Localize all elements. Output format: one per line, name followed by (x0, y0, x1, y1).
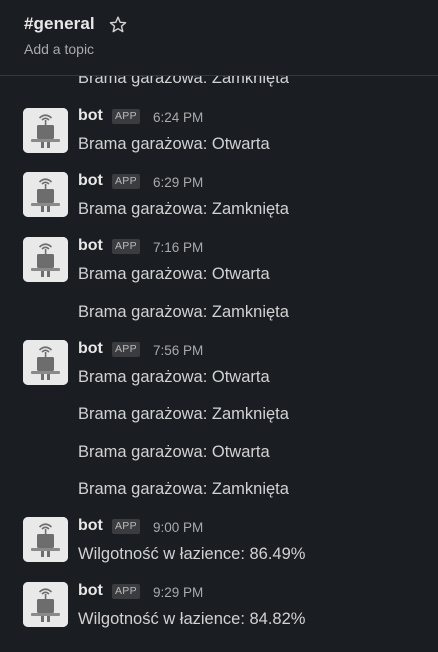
bot-avatar[interactable] (23, 582, 68, 627)
message-timestamp[interactable]: 9:29 PM (153, 585, 203, 600)
bot-avatar[interactable] (23, 108, 68, 153)
app-badge: APP (112, 239, 140, 254)
message-author[interactable]: bot (78, 107, 103, 125)
message-timestamp[interactable]: 7:56 PM (153, 343, 203, 358)
channel-header: #general Add a topic (0, 0, 438, 76)
message-author[interactable]: bot (78, 340, 103, 358)
message-timestamp[interactable]: 6:29 PM (153, 175, 203, 190)
robot-icon (23, 108, 68, 153)
robot-icon (23, 237, 68, 282)
robot-icon (23, 517, 68, 562)
message-text: Brama garażowa: Zamknięta (78, 405, 289, 423)
star-icon[interactable] (108, 15, 128, 35)
message-text: Brama garażowa: Otwarta (78, 443, 270, 461)
message-timestamp[interactable]: 9:00 PM (153, 520, 203, 535)
message-author[interactable]: bot (78, 237, 103, 255)
app-badge: APP (112, 519, 140, 534)
message-text: Brama garażowa: Otwarta (78, 265, 270, 283)
channel-title[interactable]: #general (24, 14, 95, 34)
message-text: Brama garażowa: Zamknięta (78, 303, 289, 321)
message-text: Wilgotność w łazience: 86.49% (78, 545, 306, 563)
message-author[interactable]: bot (78, 582, 103, 600)
bot-avatar[interactable] (23, 237, 68, 282)
message-author[interactable]: bot (78, 172, 103, 190)
bot-avatar[interactable] (23, 517, 68, 562)
add-topic-link[interactable]: Add a topic (24, 41, 94, 57)
message-author[interactable]: bot (78, 517, 103, 535)
bot-avatar[interactable] (23, 340, 68, 385)
message-list: Brama garażowa: Zamknięta bot APP 6:24 P… (0, 0, 438, 652)
message-text: Brama garażowa: Zamknięta (78, 480, 289, 498)
bot-avatar[interactable] (23, 172, 68, 217)
message-timestamp[interactable]: 6:24 PM (153, 110, 203, 125)
message-text: Brama garażowa: Zamknięta (78, 200, 289, 218)
robot-icon (23, 172, 68, 217)
message-timestamp[interactable]: 7:16 PM (153, 240, 203, 255)
message-text: Wilgotność w łazience: 84.82% (78, 610, 306, 628)
robot-icon (23, 582, 68, 627)
message-text: Brama garażowa: Otwarta (78, 368, 270, 386)
app-badge: APP (112, 109, 140, 124)
message-text: Brama garażowa: Otwarta (78, 135, 270, 153)
app-badge: APP (112, 342, 140, 357)
app-badge: APP (112, 174, 140, 189)
app-badge: APP (112, 584, 140, 599)
robot-icon (23, 340, 68, 385)
